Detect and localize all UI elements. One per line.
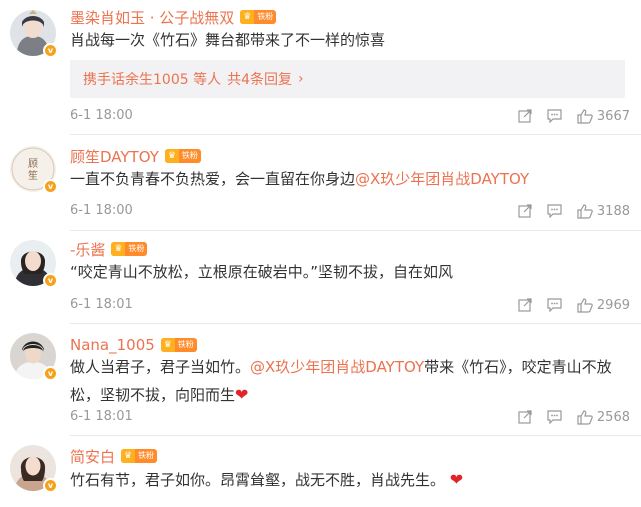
- comment-text: 做人当君子，君子当如竹。@X玖少年团肖战DAYTOY带来《竹石》，咬定青山不放松…: [70, 354, 625, 409]
- vip-badge-icon: v: [43, 43, 58, 58]
- comment-actions: 2969: [503, 295, 630, 315]
- name-line: 简安白 ♛ 铁粉: [70, 445, 158, 467]
- fan-badge: ♛ 铁粉: [111, 242, 148, 256]
- avatar[interactable]: v: [10, 445, 58, 493]
- reply-count: 共4条回复: [227, 72, 293, 88]
- comment-meta: 6-1 18:01 2969: [70, 295, 630, 315]
- fan-badge-label: 铁粉: [177, 340, 194, 349]
- divider: [70, 435, 641, 436]
- username[interactable]: 简安白: [70, 446, 115, 467]
- crown-icon: ♛: [160, 338, 175, 352]
- like-count: 2568: [596, 409, 630, 425]
- comment-text-part: 竹石有节，君子如你。昂霄耸壑，战无不胜，肖战先生。: [70, 471, 446, 489]
- heart-icon: ❤: [449, 470, 464, 489]
- share-icon[interactable]: [517, 409, 533, 425]
- svg-text:顾: 顾: [28, 158, 38, 170]
- fan-badge: ♛ 铁粉: [160, 338, 197, 352]
- crown-icon: ♛: [240, 10, 255, 24]
- avatar[interactable]: v: [10, 240, 58, 288]
- like-count: 3667: [596, 108, 630, 124]
- like-icon[interactable]: [577, 297, 593, 313]
- username[interactable]: 墨染肖如玉 · 公子战無双: [70, 7, 234, 28]
- fan-badge: ♛ 铁粉: [164, 149, 201, 163]
- divider: [70, 323, 641, 324]
- name-line: -乐酱 ♛ 铁粉: [70, 238, 148, 260]
- divider: [70, 134, 641, 135]
- timestamp: 6-1 18:00: [70, 203, 133, 218]
- comment-text: 肖战每一次《竹石》舞台都带来了不一样的惊喜: [70, 31, 386, 49]
- name-line: 顾笙DAYTOY ♛ 铁粉: [70, 145, 201, 167]
- comment-actions: 2568: [503, 407, 630, 427]
- comment-text: 竹石有节，君子如你。昂霄耸壑，战无不胜，肖战先生。 ❤: [70, 466, 625, 494]
- like-icon[interactable]: [577, 108, 593, 124]
- fan-badge-label: 铁粉: [128, 244, 145, 253]
- comment-text: “咬定青山不放松，立根原在破岩中。”坚韧不拔，自在如风: [70, 263, 454, 281]
- avatar[interactable]: v: [10, 333, 58, 381]
- comment-icon[interactable]: [547, 203, 563, 219]
- username[interactable]: -乐酱: [70, 239, 105, 260]
- share-icon[interactable]: [517, 108, 533, 124]
- comment-text-part: 一直不负青春不负热爱，会一直留在你身边: [70, 170, 356, 188]
- timestamp: 6-1 18:01: [70, 297, 133, 312]
- username[interactable]: Nana_1005: [70, 336, 155, 354]
- comment-text-part: 做人当君子，君子当如竹。: [70, 358, 251, 376]
- name-line: 墨染肖如玉 · 公子战無双 ♛ 铁粉: [70, 6, 277, 28]
- vip-badge-icon: v: [43, 273, 58, 288]
- vip-badge-icon: v: [43, 478, 58, 493]
- name-line: Nana_1005 ♛ 铁粉: [70, 334, 197, 356]
- mention-link[interactable]: @X玖少年团肖战DAYTOY: [355, 170, 529, 188]
- share-icon[interactable]: [517, 203, 533, 219]
- heart-icon: ❤: [235, 385, 249, 404]
- mention-link[interactable]: @X玖少年团肖战DAYTOY: [250, 358, 424, 376]
- comment-meta: 6-1 18:00 3667: [70, 106, 630, 126]
- like-icon[interactable]: [577, 409, 593, 425]
- comment-text: 一直不负青春不负热爱，会一直留在你身边@X玖少年团肖战DAYTOY: [70, 166, 625, 193]
- vip-badge-icon: v: [43, 179, 58, 194]
- username[interactable]: 顾笙DAYTOY: [70, 146, 159, 167]
- like-count: 2969: [596, 297, 630, 313]
- comment-icon[interactable]: [547, 409, 563, 425]
- comment-meta: 6-1 18:01 2568: [70, 407, 630, 427]
- timestamp: 6-1 18:00: [70, 108, 133, 123]
- svg-text:笙: 笙: [28, 169, 38, 182]
- comment-icon[interactable]: [547, 297, 563, 313]
- comment-feed: v 墨染肖如玉 · 公子战無双 ♛ 铁粉 肖战每一次《竹石》舞台都带来了不一样的…: [0, 0, 641, 507]
- reply-authors: 携手话余生1005 等人: [83, 72, 222, 88]
- divider: [70, 230, 641, 231]
- avatar[interactable]: v: [10, 10, 58, 58]
- comment-actions: 3667: [503, 106, 630, 126]
- fan-badge-label: 铁粉: [257, 12, 274, 21]
- comment-meta: 6-1 18:00 3188: [70, 201, 630, 221]
- reply-summary[interactable]: 携手话余生1005 等人 共4条回复 ›: [70, 60, 625, 98]
- fan-badge-label: 铁粉: [138, 451, 155, 460]
- fan-badge-label: 铁粉: [181, 151, 198, 160]
- timestamp: 6-1 18:01: [70, 409, 133, 424]
- fan-badge: ♛ 铁粉: [121, 449, 158, 463]
- vip-badge-icon: v: [43, 366, 58, 381]
- comment-icon[interactable]: [547, 108, 563, 124]
- chevron-right-icon: ›: [298, 71, 304, 87]
- fan-badge: ♛ 铁粉: [240, 10, 277, 24]
- crown-icon: ♛: [111, 242, 126, 256]
- like-count: 3188: [596, 203, 630, 219]
- crown-icon: ♛: [121, 449, 136, 463]
- avatar[interactable]: 顾 笙 v: [10, 146, 58, 194]
- crown-icon: ♛: [164, 149, 179, 163]
- comment-actions: 3188: [503, 201, 630, 221]
- like-icon[interactable]: [577, 203, 593, 219]
- share-icon[interactable]: [517, 297, 533, 313]
